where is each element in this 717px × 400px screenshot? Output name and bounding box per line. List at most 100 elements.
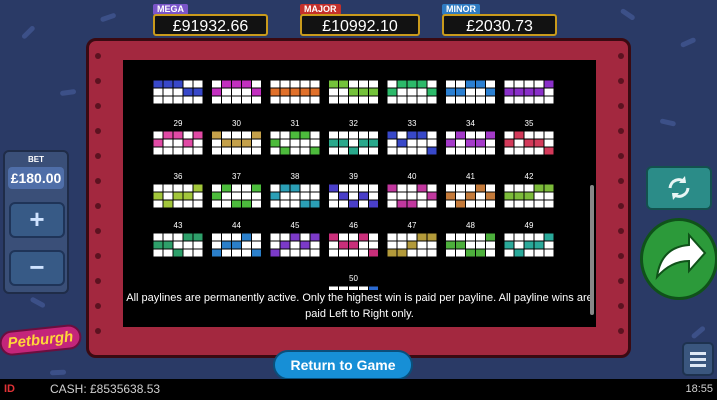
payline-cell	[417, 200, 427, 208]
payline-cell	[222, 192, 231, 200]
payline-cell	[339, 241, 348, 249]
bone-decoration	[21, 25, 35, 39]
payline-cell	[252, 88, 261, 96]
payline-cell	[212, 96, 221, 104]
payline-cell	[183, 241, 193, 249]
payline-number: 49	[525, 221, 534, 230]
payline-cell	[280, 184, 290, 192]
payline-cell	[222, 241, 231, 249]
payline-cell	[310, 131, 320, 139]
payline-cell	[544, 192, 554, 200]
payline-cell	[407, 147, 417, 155]
payline-cell	[476, 192, 485, 200]
payline-cell	[466, 241, 475, 249]
payline-cell	[446, 241, 455, 249]
payline-cell	[359, 131, 368, 139]
payline-cell	[446, 200, 455, 208]
payline-cell	[212, 200, 221, 208]
payline-cell	[534, 192, 544, 200]
payline-cell	[407, 249, 417, 257]
frame-rivet	[618, 128, 624, 134]
payline-cell	[534, 88, 544, 96]
payline-cell	[524, 139, 534, 147]
payline-number: 37	[232, 172, 241, 181]
payline-cell	[300, 139, 310, 147]
payline-cell	[349, 184, 358, 192]
payline-cell	[504, 96, 514, 104]
payline-cell	[222, 80, 231, 88]
payline-cell	[242, 249, 251, 257]
payline-cell	[163, 200, 173, 208]
payline-cell	[369, 249, 378, 257]
payline-cell	[397, 147, 407, 155]
payline-cell	[163, 139, 173, 147]
payline-cell	[476, 139, 485, 147]
bone-decoration	[50, 369, 67, 376]
spin-button[interactable]	[640, 218, 717, 300]
return-to-game-button[interactable]: Return to Game	[273, 350, 413, 380]
payline-cell	[359, 139, 368, 147]
payline-cell	[173, 241, 183, 249]
bet-increase-button[interactable]: +	[9, 202, 65, 238]
bet-decrease-button[interactable]: −	[9, 250, 65, 286]
payline-cell	[427, 184, 437, 192]
payline-cell	[359, 96, 368, 104]
payline-cell	[163, 131, 173, 139]
payline-cell	[524, 80, 534, 88]
payline-cell	[397, 184, 407, 192]
clock: 18:55	[685, 383, 713, 395]
payline-cell	[387, 241, 397, 249]
payline-cell	[456, 192, 465, 200]
payline-cell	[242, 96, 251, 104]
payline-45: 45	[270, 221, 320, 257]
payline-cell	[407, 139, 417, 147]
payline-cell	[359, 88, 368, 96]
menu-button[interactable]	[682, 342, 714, 376]
payline-cell	[446, 192, 455, 200]
payline-cell	[232, 147, 241, 155]
payline-cell	[310, 233, 320, 241]
payline-cell	[504, 147, 514, 155]
payline-cell	[456, 88, 465, 96]
payline-30: 30	[212, 119, 261, 155]
payline-cell	[242, 192, 251, 200]
payline-cell	[242, 241, 251, 249]
payline-cell	[280, 241, 290, 249]
payline-cell	[476, 88, 485, 96]
arrow-icon	[655, 232, 707, 281]
payline-cell	[222, 96, 231, 104]
payline-cell	[270, 200, 280, 208]
panel-scrollbar[interactable]	[590, 185, 594, 315]
payline-number: 45	[291, 221, 300, 230]
payline-cell	[290, 192, 300, 200]
frame-rivet	[95, 253, 101, 259]
bone-decoration	[100, 13, 116, 22]
payline-cell	[173, 233, 183, 241]
payline-cell	[397, 131, 407, 139]
payline-cell	[524, 147, 534, 155]
payline-cell	[369, 131, 378, 139]
payline-cell	[534, 131, 544, 139]
payline-cell	[280, 233, 290, 241]
payline-cell	[222, 147, 231, 155]
payline-cell	[173, 88, 183, 96]
payline-cell	[212, 241, 221, 249]
frame-rivet	[95, 303, 101, 309]
payline-cell	[163, 96, 173, 104]
payline-cell	[417, 139, 427, 147]
payline-cell	[456, 233, 465, 241]
payline-cell	[514, 139, 524, 147]
payline-cell	[193, 200, 203, 208]
payline-cell	[329, 192, 338, 200]
payline-cell	[329, 96, 338, 104]
payline-cell	[242, 88, 251, 96]
paylines-panel[interactable]: 29 30 31 32 33 34 35 36 37 38 39 40 41 42 43 44 45 46 47 48…	[123, 60, 596, 327]
payline-cell	[339, 88, 348, 96]
payline-cell	[329, 147, 338, 155]
autoplay-button[interactable]	[646, 166, 712, 210]
jackpot-minor: MINOR £2030.73	[442, 4, 557, 36]
payline-cell	[329, 88, 338, 96]
payline-cell	[280, 200, 290, 208]
payline-cell	[163, 184, 173, 192]
payline-cell	[446, 233, 455, 241]
